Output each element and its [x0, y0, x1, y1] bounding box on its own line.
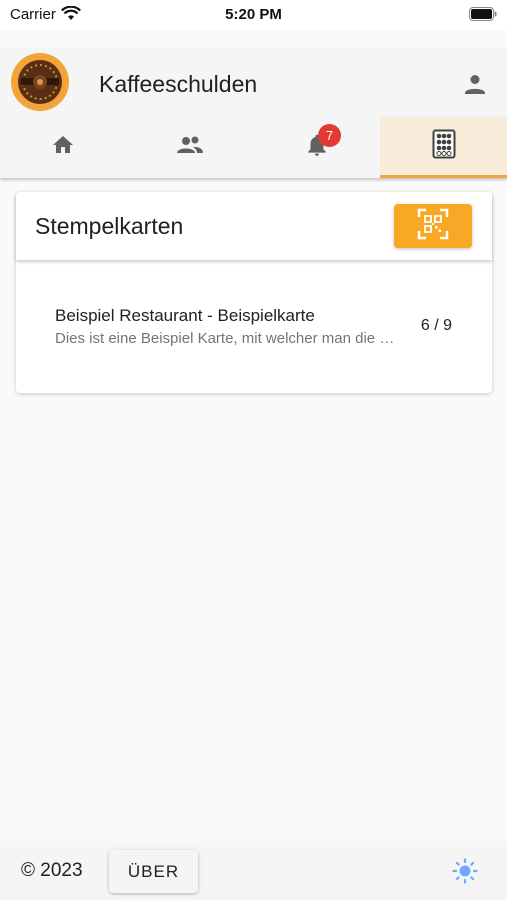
tab-notifications[interactable] — [254, 117, 381, 178]
stamp-card-description: Dies ist eine Beispiel Karte, mit welche… — [55, 330, 395, 347]
battery-icon — [469, 7, 497, 26]
people-icon — [176, 133, 204, 162]
scan-qr-button[interactable] — [394, 204, 472, 248]
notification-badge: 7 — [318, 124, 341, 147]
tab-home[interactable] — [0, 117, 127, 178]
status-bar: Carrier 5:20 PM — [0, 0, 507, 30]
stamp-card-title: Beispiel Restaurant - Beispielkarte — [55, 306, 315, 325]
qr-scan-icon — [417, 208, 449, 245]
tab-friends[interactable] — [127, 117, 254, 178]
sun-icon[interactable] — [452, 858, 478, 889]
card-title: Stempelkarten — [35, 213, 184, 239]
stamp-card-item[interactable]: Beispiel Restaurant - Beispielkarte Dies… — [16, 292, 492, 352]
account-icon[interactable] — [463, 72, 487, 101]
stamp-card-icon — [432, 129, 456, 164]
about-button[interactable]: ÜBER — [109, 850, 198, 893]
app-bar: Kaffeeschulden — [0, 47, 507, 117]
tab-stamp-cards[interactable] — [380, 117, 507, 178]
coffee-logo-icon[interactable] — [11, 53, 69, 111]
card-header: Stempelkarten — [16, 192, 492, 260]
app-title: Kaffeeschulden — [99, 71, 258, 97]
status-time: 5:20 PM — [225, 6, 282, 23]
stamp-cards-card: Stempelkarten Beispiel Restaurant - Beis… — [16, 192, 492, 393]
home-icon — [50, 133, 76, 162]
stamp-card-progress: 6 / 9 — [420, 317, 452, 334]
tab-bar — [0, 117, 507, 178]
footer: © 2023 ÜBER — [0, 841, 507, 900]
copyright-text: © 2023 — [21, 860, 83, 881]
